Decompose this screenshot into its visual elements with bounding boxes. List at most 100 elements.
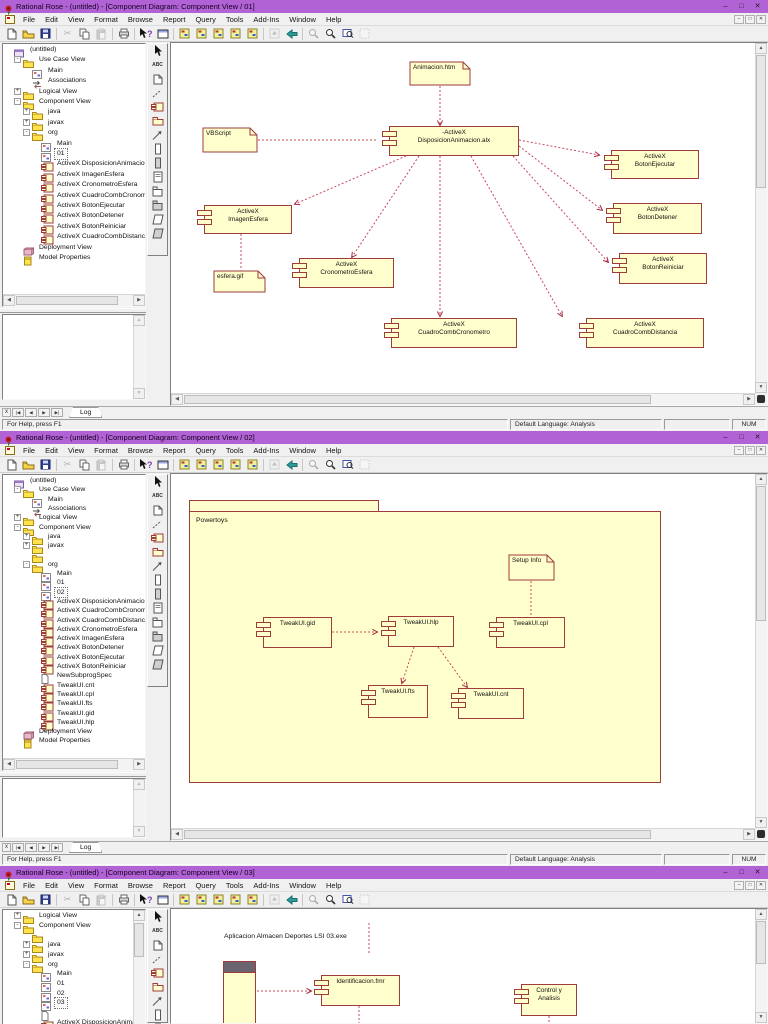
tree-row[interactable]: + java [3,107,145,121]
child-window-icon[interactable] [5,880,15,890]
tree-item-label[interactable]: javax [46,118,66,128]
child-window-icon[interactable] [5,445,15,455]
scroll-thumb[interactable] [756,921,766,965]
mdi-minimize-button[interactable]: – [734,445,744,455]
task-body-tool-button[interactable] [149,657,167,671]
subprogram-body-tool-button[interactable] [149,156,167,170]
log-close-button[interactable]: x [2,408,11,417]
print-button[interactable] [115,458,132,472]
package-body-tool-button[interactable] [149,198,167,212]
uml-component[interactable]: TweakUI.fts [361,685,428,718]
maximize-button[interactable]: □ [735,1,748,13]
browse-previous-diagram-button[interactable] [283,893,300,907]
package-spec-tool-button[interactable] [149,615,167,629]
tree-item-label[interactable]: ActiveX BotonDetener [55,643,126,653]
child-window-icon[interactable] [5,14,15,24]
scroll-down-button[interactable]: ▼ [755,817,767,828]
uml-component[interactable]: ActiveX BotonEjecutar [604,150,699,179]
tree-horizontal-scrollbar[interactable]: ◀ ▶ [3,294,145,306]
tree-expander[interactable]: - [23,129,30,137]
save-model-button[interactable] [37,458,54,472]
tree-item-label[interactable]: ActiveX DisposicionAnimacion [55,597,145,607]
uml-component[interactable]: ActiveX CronometroEsfera [292,258,394,288]
tree-row[interactable]: 03 [3,997,145,1012]
menu-item-view[interactable]: View [63,444,89,457]
scroll-up-button[interactable]: ▲ [755,909,767,920]
uml-component[interactable]: Identificacion.fmr [314,975,400,1006]
scroll-thumb[interactable] [756,486,766,621]
tree-item-label[interactable]: TweakUI.cpl [55,690,96,700]
tree-row[interactable]: + Logical View [3,87,145,100]
doc-vertical-scrollbar[interactable]: ▲ ▼ [133,779,145,837]
tree-item-label[interactable]: ActiveX ImagenEsfera [55,170,126,180]
menu-item-view[interactable]: View [63,879,89,892]
scroll-up-button[interactable]: ▲ [133,910,145,921]
tree-item-label[interactable]: (untitled) [28,476,58,486]
scroll-up-button[interactable]: ▲ [755,43,767,54]
uml-component[interactable]: ActiveX BotonDetener [606,203,702,234]
tree-item-label[interactable]: Main [46,66,65,76]
log-close-button[interactable]: x [2,843,11,852]
model-browser-tree[interactable]: (untitled) - Use Case View Main Associations… [2,474,146,771]
menu-item-window[interactable]: Window [284,879,321,892]
tree-row[interactable]: + javax [3,950,145,963]
tree-item-label[interactable]: Model Properties [37,736,92,746]
tree-row[interactable]: + javax [3,118,145,131]
package-body-tool-button[interactable] [149,629,167,643]
tree-item-label[interactable]: Logical View [37,911,79,921]
menu-item-help[interactable]: Help [321,879,346,892]
menu-item-addins[interactable]: Add-Ins [248,444,284,457]
menu-item-help[interactable]: Help [321,13,346,26]
new-model-button[interactable] [3,893,20,907]
tree-item-label[interactable]: Associations [46,76,88,86]
browse-deployment-diagram-button[interactable] [244,458,261,472]
tree-row[interactable]: ActiveX BotonDetener [3,211,145,224]
tree-row[interactable]: ActiveX DisposicionAnima [3,1018,145,1024]
package-tool-button[interactable] [149,114,167,128]
browse-state-diagram-button[interactable] [227,893,244,907]
browse-class-diagram-button[interactable] [176,458,193,472]
tree-expander[interactable]: + [14,87,21,95]
close-button[interactable]: ✕ [751,432,764,444]
tree-item-label[interactable]: ActiveX CuadroCombDistancia [55,616,145,626]
mdi-restore-button[interactable]: □ [745,445,755,455]
tree-item-label[interactable]: TweakUI.cnt [55,681,96,691]
tree-item-label[interactable]: NewSubprogSpec [55,671,114,681]
menu-item-edit[interactable]: Edit [40,444,63,457]
scroll-left-button[interactable]: ◀ [171,394,183,405]
tree-row[interactable]: 02 [3,989,145,1002]
note-tool-button[interactable] [149,503,167,517]
tree-item-label[interactable]: Main [46,495,65,505]
diagram-overview-button[interactable] [755,393,767,405]
tree-item-label[interactable]: Use Case View [37,485,87,495]
menu-item-browse[interactable]: Browse [123,879,158,892]
menu-item-format[interactable]: Format [89,879,123,892]
browse-previous-diagram-button[interactable] [283,27,300,41]
menu-item-browse[interactable]: Browse [123,444,158,457]
scroll-up-button[interactable]: ▲ [133,315,145,326]
mdi-minimize-button[interactable]: – [734,880,744,890]
scroll-left-button[interactable]: ◀ [3,759,15,770]
tree-item-label[interactable]: Logical View [37,513,79,523]
tree-row[interactable] [3,1008,145,1021]
menu-item-edit[interactable]: Edit [40,879,63,892]
diagram-vertical-scrollbar[interactable]: ▲ ▼ [755,909,767,1023]
tree-expander[interactable]: + [14,912,21,919]
print-button[interactable] [115,893,132,907]
tree-expander[interactable]: - [14,921,21,929]
tree-item-label[interactable]: ActiveX CronometroEsfera [55,180,139,190]
tree-item-label[interactable]: 01 [54,148,68,160]
uml-task-spec[interactable] [223,961,256,1023]
browse-window-button[interactable] [154,458,171,472]
log-first-button[interactable]: |◀ [12,408,24,417]
tree-horizontal-scrollbar[interactable]: ◀ ▶ [3,758,145,770]
uml-component[interactable]: TweakUI.cnt [451,688,524,719]
menu-item-browse[interactable]: Browse [123,13,158,26]
mdi-minimize-button[interactable]: – [734,14,744,24]
menu-item-report[interactable]: Report [158,879,191,892]
context-help-button[interactable]: ? [137,893,154,907]
menu-item-tools[interactable]: Tools [221,879,249,892]
tree-item-label[interactable]: javax [46,541,66,551]
fit-in-window-button[interactable] [339,458,356,472]
tree-row[interactable]: Main [3,66,145,79]
